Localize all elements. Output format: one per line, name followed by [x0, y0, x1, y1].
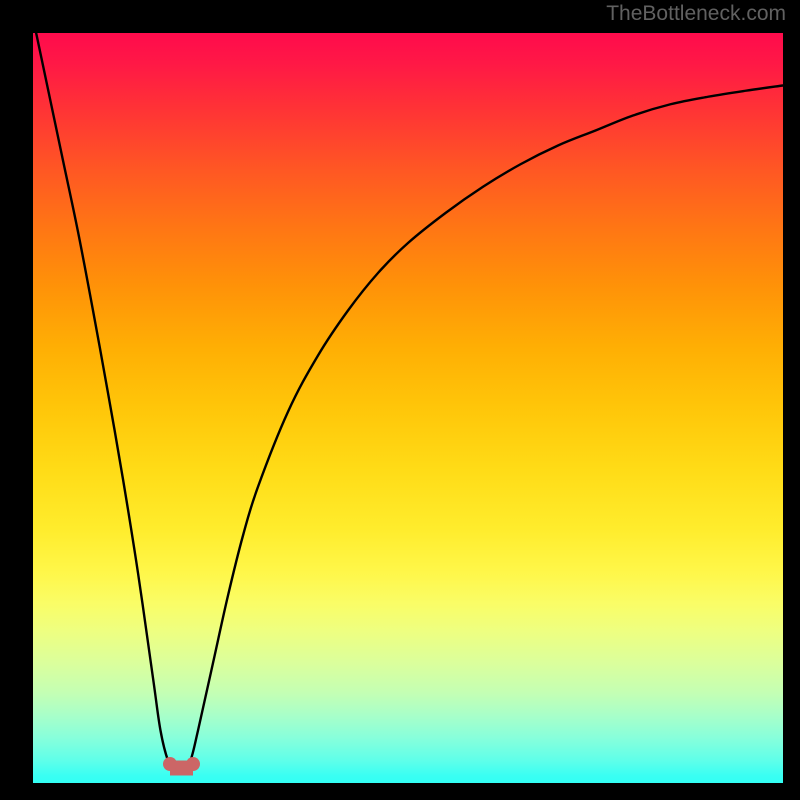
attribution-text: TheBottleneck.com — [606, 2, 786, 26]
minimum-marker-0 — [163, 757, 177, 771]
minimum-marker-1 — [186, 757, 200, 771]
chart-frame: TheBottleneck.com — [0, 0, 800, 800]
bottleneck-curve — [33, 33, 783, 783]
plot-area — [33, 33, 783, 783]
